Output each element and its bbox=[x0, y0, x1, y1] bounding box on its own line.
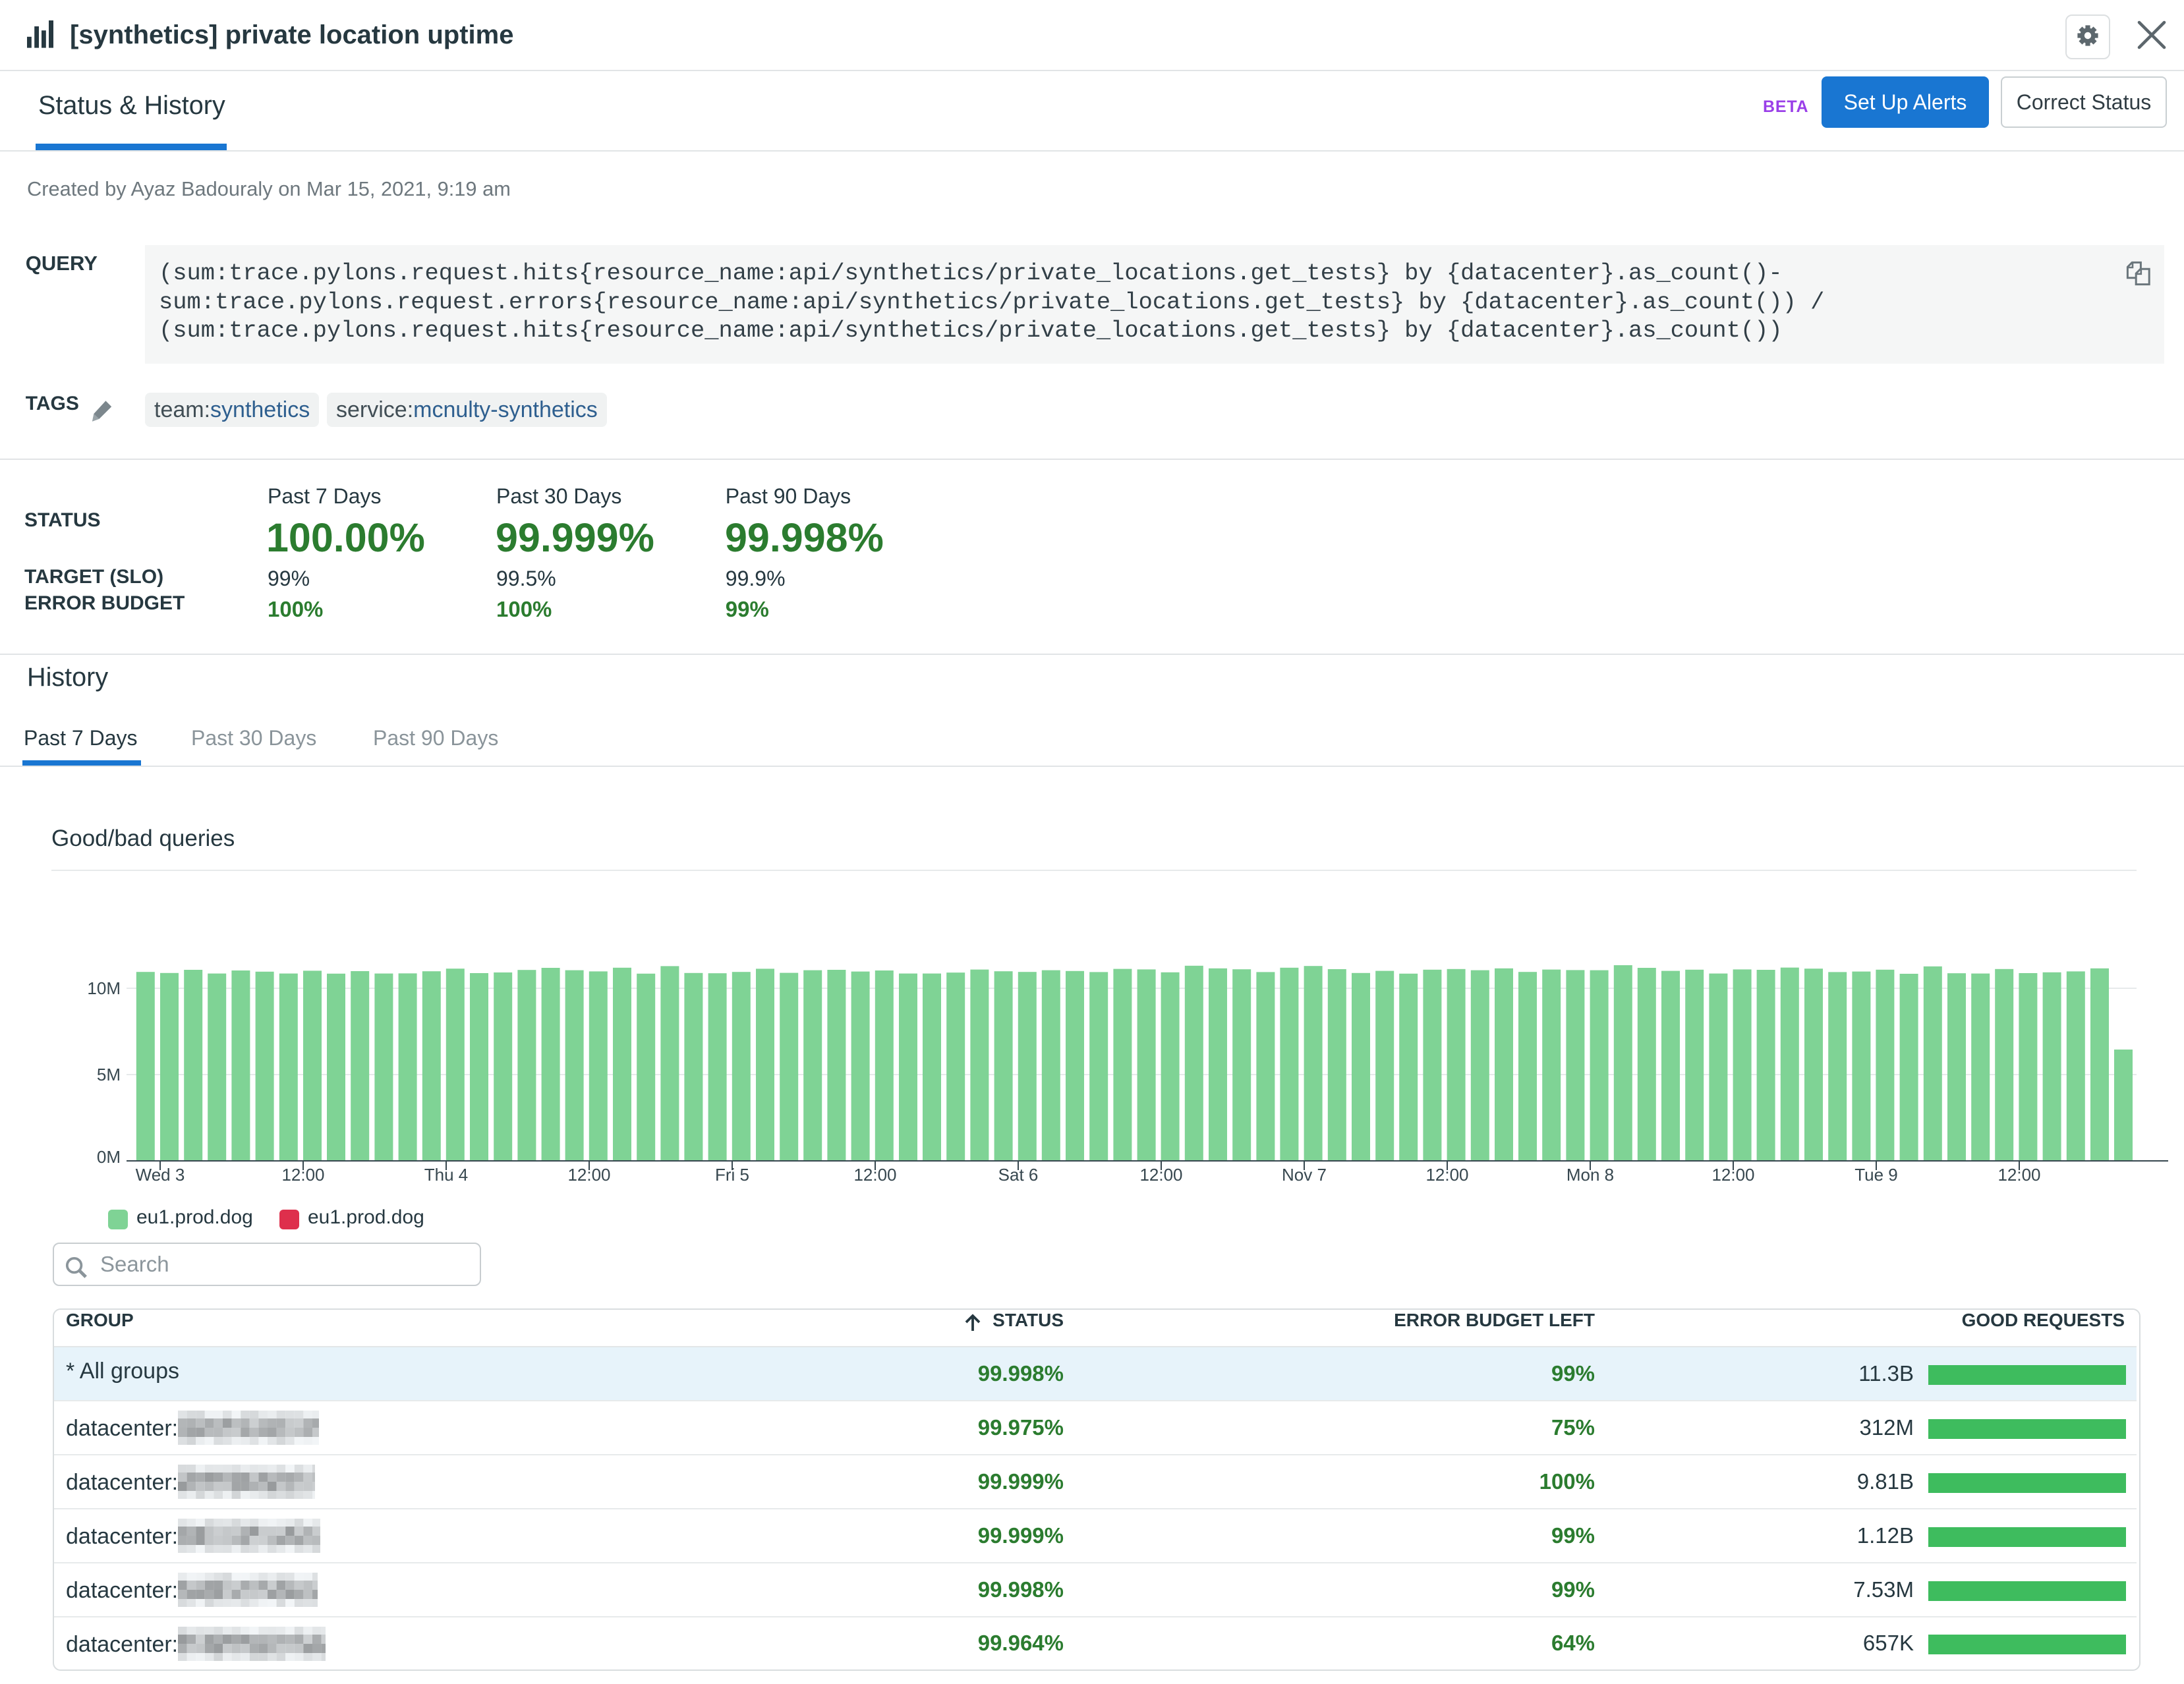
svg-text:Wed 3: Wed 3 bbox=[136, 1165, 185, 1185]
svg-text:Nov 7: Nov 7 bbox=[1282, 1165, 1327, 1185]
svg-text:Tue 9: Tue 9 bbox=[1854, 1165, 1898, 1185]
svg-text:12:00: 12:00 bbox=[281, 1165, 324, 1185]
svg-text:Thu 4: Thu 4 bbox=[424, 1165, 469, 1185]
svg-text:12:00: 12:00 bbox=[567, 1165, 610, 1185]
svg-text:12:00: 12:00 bbox=[1997, 1165, 2040, 1185]
svg-text:0M: 0M bbox=[97, 1147, 121, 1167]
svg-text:12:00: 12:00 bbox=[1711, 1165, 1754, 1185]
svg-text:Sat 6: Sat 6 bbox=[998, 1165, 1039, 1185]
svg-text:12:00: 12:00 bbox=[1139, 1165, 1182, 1185]
svg-text:Mon 8: Mon 8 bbox=[1566, 1165, 1614, 1185]
svg-text:10M: 10M bbox=[87, 978, 121, 998]
svg-text:Fri 5: Fri 5 bbox=[715, 1165, 749, 1185]
svg-text:5M: 5M bbox=[97, 1065, 121, 1084]
svg-text:12:00: 12:00 bbox=[853, 1165, 896, 1185]
svg-text:12:00: 12:00 bbox=[1425, 1165, 1468, 1185]
